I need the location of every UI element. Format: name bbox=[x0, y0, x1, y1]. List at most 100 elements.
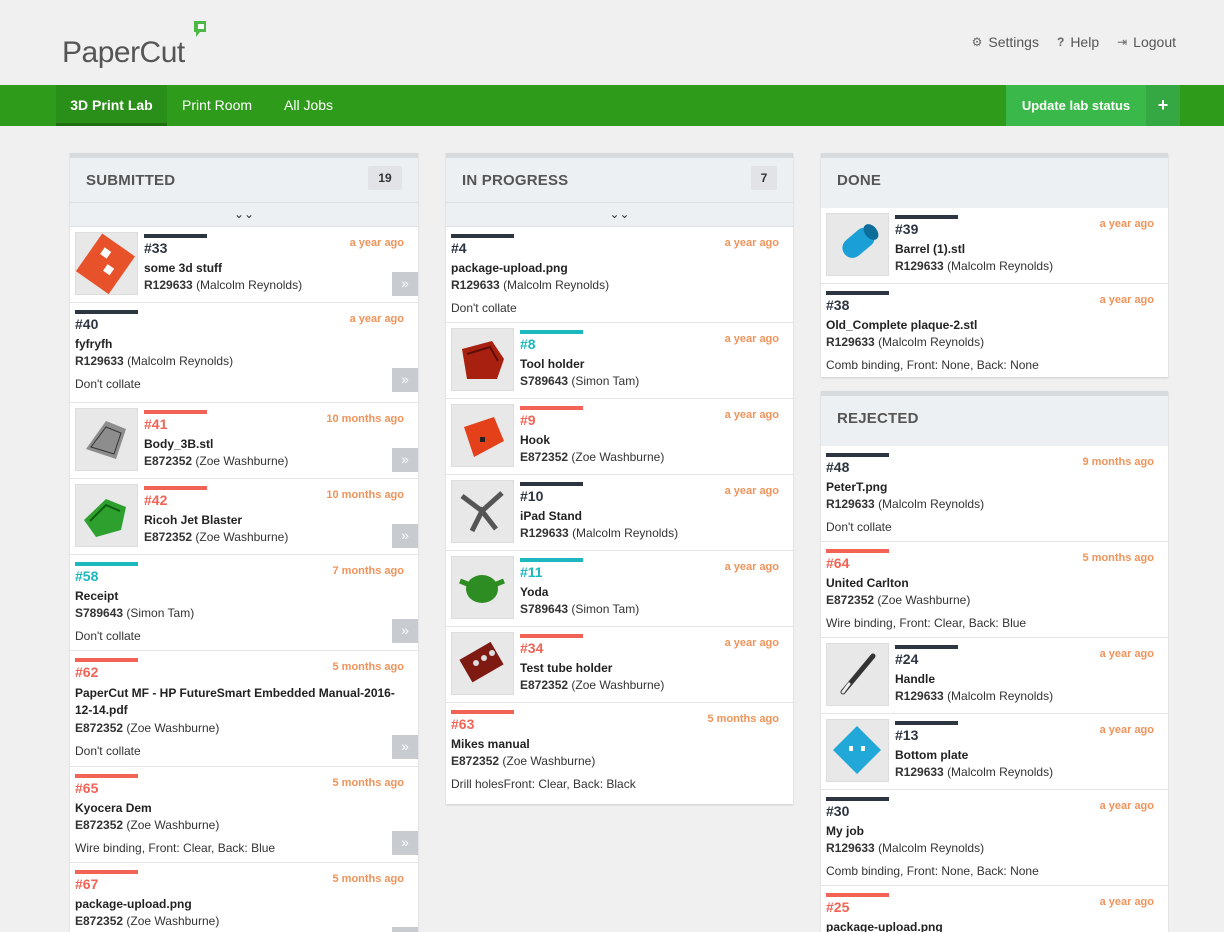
user-name: (Zoe Washburne) bbox=[126, 914, 220, 928]
job-card[interactable]: #40 a year ago fyfryfh R129633 (Malcolm … bbox=[70, 303, 418, 403]
job-user: R129633 (Malcolm Reynolds) bbox=[826, 497, 984, 511]
job-card[interactable]: #9 a year ago Hook E872352 (Zoe Washburn… bbox=[446, 399, 793, 475]
job-card[interactable]: #24 a year ago Handle R129633 (Malcolm R… bbox=[821, 638, 1168, 714]
user-id: E872352 bbox=[826, 593, 875, 607]
job-user: E872352 (Zoe Washburne) bbox=[75, 818, 219, 832]
user-id: S789643 bbox=[520, 602, 569, 616]
update-lab-status-button[interactable]: Update lab status bbox=[1006, 85, 1146, 126]
job-thumbnail bbox=[451, 328, 514, 391]
job-name: My job bbox=[826, 824, 864, 838]
job-name: Bottom plate bbox=[895, 748, 969, 762]
job-number: #42 bbox=[144, 492, 168, 508]
user-id: R129633 bbox=[520, 526, 569, 540]
help-link[interactable]: ? Help bbox=[1057, 34, 1099, 50]
job-user: R129633 (Malcolm Reynolds) bbox=[895, 259, 1053, 273]
status-bar bbox=[895, 645, 958, 649]
job-card[interactable]: #58 7 months ago Receipt S789643 (Simon … bbox=[70, 555, 418, 651]
job-name: iPad Stand bbox=[520, 509, 583, 523]
job-name: some 3d stuff bbox=[144, 261, 223, 275]
user-name: (Zoe Washburne) bbox=[877, 593, 971, 607]
job-number: #34 bbox=[520, 640, 544, 656]
tab-all-jobs[interactable]: All Jobs bbox=[284, 85, 333, 126]
user-name: (Malcolm Reynolds) bbox=[878, 335, 985, 349]
job-time: a year ago bbox=[349, 313, 404, 325]
job-number: #11 bbox=[520, 564, 543, 580]
advance-button[interactable]: » bbox=[392, 524, 418, 548]
expand-toggle[interactable]: ⌄⌄ bbox=[70, 203, 418, 227]
user-name: (Malcolm Reynolds) bbox=[127, 354, 234, 368]
settings-link[interactable]: ⚙ Settings bbox=[972, 34, 1039, 50]
job-card[interactable]: #62 5 months ago PaperCut MF - HP Future… bbox=[70, 651, 418, 767]
advance-button[interactable]: » bbox=[392, 927, 418, 932]
job-user: S789643 (Simon Tam) bbox=[520, 602, 639, 616]
job-card[interactable]: #33 a year ago some 3d stuff R129633 (Ma… bbox=[70, 227, 418, 303]
job-card[interactable]: #67 5 months ago package-upload.png E872… bbox=[70, 863, 418, 932]
user-id: E872352 bbox=[75, 818, 124, 832]
job-card[interactable]: #11 a year ago Yoda S789643 (Simon Tam) bbox=[446, 551, 793, 627]
advance-button[interactable]: » bbox=[392, 831, 418, 855]
job-time: a year ago bbox=[349, 237, 404, 249]
status-bar bbox=[75, 774, 138, 778]
status-bar bbox=[826, 797, 889, 801]
status-bar bbox=[826, 291, 889, 295]
chevron-double-right-icon: » bbox=[401, 371, 409, 387]
job-card[interactable]: #42 10 months ago Ricoh Jet Blaster E872… bbox=[70, 479, 418, 555]
job-time: 5 months ago bbox=[1082, 552, 1154, 564]
job-card[interactable]: #34 a year ago Test tube holder E872352 … bbox=[446, 627, 793, 703]
user-id: E872352 bbox=[75, 721, 124, 735]
advance-button[interactable]: » bbox=[392, 368, 418, 392]
job-thumbnail bbox=[451, 480, 514, 543]
job-card[interactable]: #8 a year ago Tool holder S789643 (Simon… bbox=[446, 323, 793, 399]
job-thumbnail bbox=[75, 484, 138, 547]
job-card[interactable]: #64 5 months ago United Carlton E872352 … bbox=[821, 542, 1168, 638]
job-time: a year ago bbox=[1099, 724, 1154, 736]
status-bar bbox=[144, 234, 207, 238]
job-name: United Carlton bbox=[826, 576, 909, 590]
advance-button[interactable]: » bbox=[392, 735, 418, 759]
column-header: REJECTED bbox=[821, 396, 1168, 446]
job-time: 10 months ago bbox=[326, 489, 404, 501]
advance-button[interactable]: » bbox=[392, 619, 418, 643]
job-card[interactable]: #38 a year ago Old_Complete plaque-2.stl… bbox=[821, 284, 1168, 377]
job-name: Handle bbox=[895, 672, 936, 686]
question-icon: ? bbox=[1056, 35, 1065, 49]
job-thumbnail bbox=[75, 232, 138, 295]
advance-button[interactable]: » bbox=[392, 448, 418, 472]
job-user: S789643 (Simon Tam) bbox=[75, 606, 194, 620]
user-name: (Zoe Washburne) bbox=[571, 450, 665, 464]
job-number: #65 bbox=[75, 780, 99, 796]
user-name: (Malcolm Reynolds) bbox=[947, 765, 1054, 779]
job-number: #25 bbox=[826, 899, 850, 915]
job-time: a year ago bbox=[724, 637, 779, 649]
expand-toggle[interactable]: ⌄⌄ bbox=[446, 203, 793, 227]
status-bar bbox=[144, 486, 207, 490]
logout-link[interactable]: ⇥ Logout bbox=[1117, 34, 1176, 50]
job-time: 10 months ago bbox=[326, 413, 404, 425]
job-card[interactable]: #65 5 months ago Kyocera Dem E872352 (Zo… bbox=[70, 767, 418, 863]
job-user: R129633 (Malcolm Reynolds) bbox=[520, 526, 678, 540]
job-card[interactable]: #25 a year ago package-upload.png bbox=[821, 886, 1168, 932]
job-card[interactable]: #4 a year ago package-upload.png R129633… bbox=[446, 227, 793, 323]
job-name: PaperCut MF - HP FutureSmart Embedded Ma… bbox=[75, 686, 395, 717]
help-label: Help bbox=[1070, 34, 1100, 50]
tab-print-room[interactable]: Print Room bbox=[182, 85, 252, 126]
job-card[interactable]: #63 5 months ago Mikes manual E872352 (Z… bbox=[446, 703, 793, 799]
job-card[interactable]: #30 a year ago My job R129633 (Malcolm R… bbox=[821, 790, 1168, 886]
job-card[interactable]: #41 10 months ago Body_3B.stl E872352 (Z… bbox=[70, 403, 418, 479]
papercut-logo[interactable]: PaperCut bbox=[62, 20, 206, 70]
job-card[interactable]: #10 a year ago iPad Stand R129633 (Malco… bbox=[446, 475, 793, 551]
job-card[interactable]: #39 a year ago Barrel (1).stl R129633 (M… bbox=[821, 208, 1168, 284]
tab-3d-print-lab[interactable]: 3D Print Lab bbox=[56, 85, 167, 126]
status-bar bbox=[826, 893, 889, 897]
job-number: #41 bbox=[144, 416, 168, 432]
add-button[interactable]: + bbox=[1146, 85, 1180, 126]
advance-button[interactable]: » bbox=[392, 272, 418, 296]
user-id: E872352 bbox=[451, 754, 500, 768]
job-number: #8 bbox=[520, 336, 536, 352]
job-number: #40 bbox=[75, 316, 99, 332]
job-name: Hook bbox=[520, 433, 550, 447]
job-time: a year ago bbox=[1099, 648, 1154, 660]
status-bar bbox=[144, 410, 207, 414]
job-card[interactable]: #13 a year ago Bottom plate R129633 (Mal… bbox=[821, 714, 1168, 790]
job-card[interactable]: #48 9 months ago PeterT.png R129633 (Mal… bbox=[821, 446, 1168, 542]
